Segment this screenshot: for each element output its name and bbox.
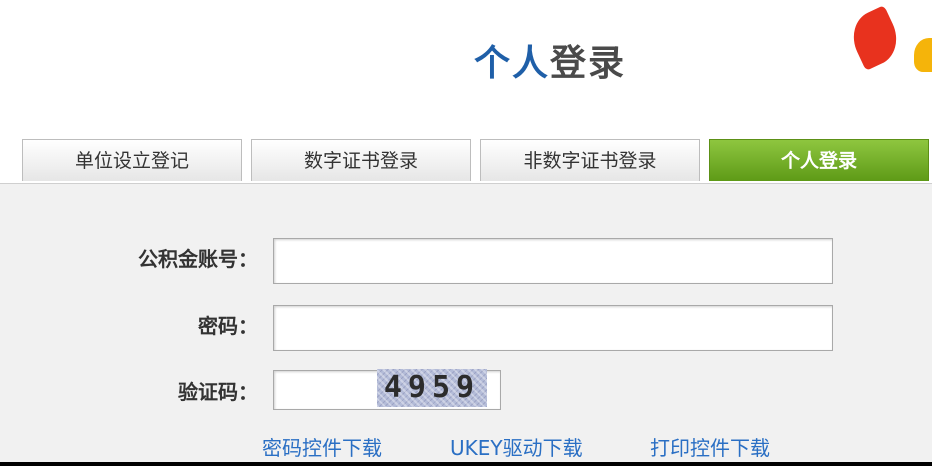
bottom-edge-bar [0,462,932,466]
tab-unit-registration[interactable]: 单位设立登记 [22,139,242,181]
tab-digital-certificate-login[interactable]: 数字证书登录 [251,139,471,181]
captcha-label: 验证码： [178,380,258,404]
account-label: 公积金账号： [138,247,258,271]
account-input[interactable] [273,238,833,284]
password-input[interactable] [273,305,833,351]
password-label: 密码： [198,314,258,338]
password-control-download-link[interactable]: 密码控件下载 [262,432,382,461]
page-title: 个人登录 [0,34,932,86]
print-control-download-link[interactable]: 打印控件下载 [650,432,770,461]
title-part-login: 登录 [550,43,627,84]
tab-non-digital-certificate-login[interactable]: 非数字证书登录 [480,139,700,181]
tab-personal-login[interactable]: 个人登录 [709,139,929,181]
captcha-image[interactable]: 4959 [377,369,487,407]
login-tabs: 单位设立登记 数字证书登录 非数字证书登录 个人登录 [22,139,932,183]
logo-yellow-shape [914,38,932,72]
ukey-driver-download-link[interactable]: UKEY驱动下载 [450,432,583,461]
title-part-personal: 个人 [473,43,550,84]
